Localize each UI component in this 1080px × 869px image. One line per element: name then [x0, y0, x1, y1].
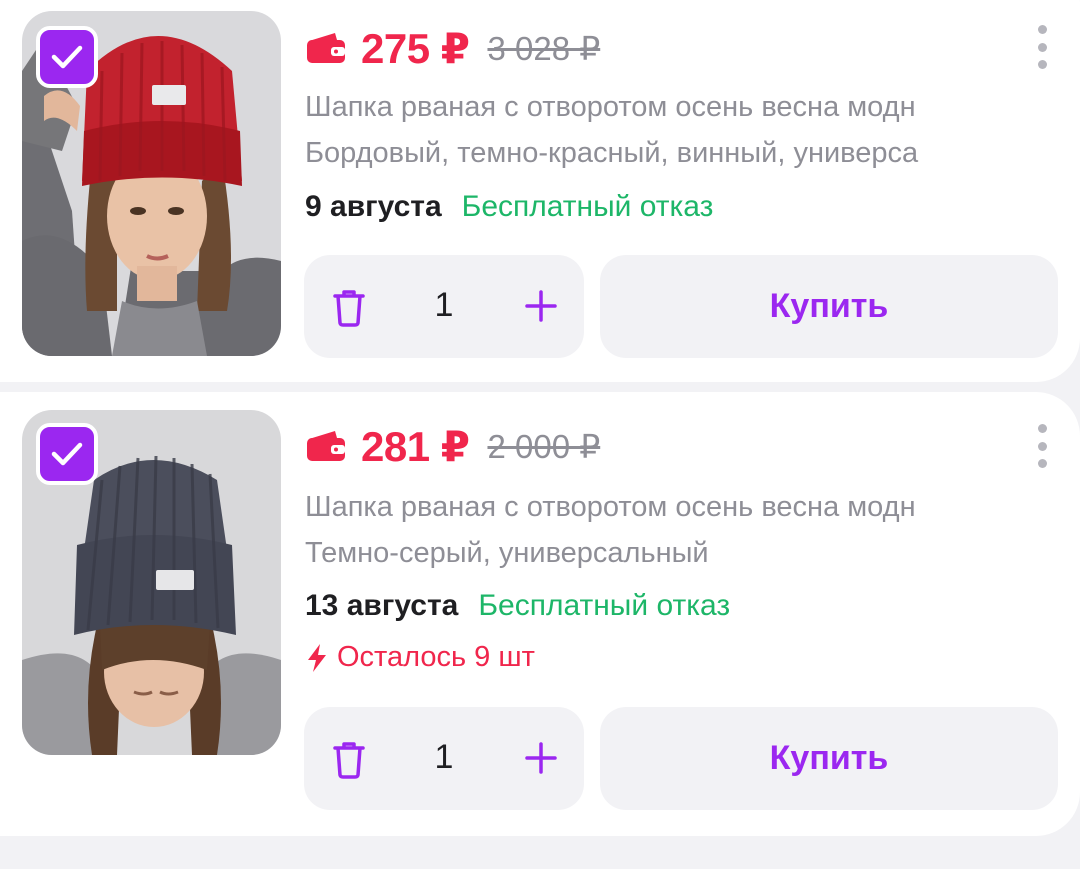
- old-price: 2 000 ₽: [487, 427, 601, 465]
- quantity-stepper: 1: [304, 255, 584, 358]
- plus-icon[interactable]: [524, 289, 558, 323]
- stock-warning: Осталось 9 шт: [305, 641, 535, 674]
- product-variant: Темно-серый, универсальный: [305, 537, 709, 569]
- select-checkbox[interactable]: [36, 26, 98, 88]
- more-options-icon[interactable]: [1036, 424, 1048, 468]
- price-row: 275 ₽ 3 028 ₽: [305, 20, 600, 76]
- old-price: 3 028 ₽: [487, 29, 601, 67]
- plus-icon[interactable]: [524, 741, 558, 775]
- more-options-icon[interactable]: [1036, 25, 1048, 69]
- checkmark-icon: [51, 442, 83, 466]
- price-row: 281 ₽ 2 000 ₽: [305, 418, 600, 474]
- product-description[interactable]: Шапка рваная с отворотом осень весна мод…: [305, 84, 1057, 176]
- stock-text: Осталось 9 шт: [337, 641, 535, 673]
- cart-item-card: 275 ₽ 3 028 ₽ Шапка рваная с отворотом о…: [0, 0, 1080, 382]
- checkmark-icon: [51, 45, 83, 69]
- refund-note: Бесплатный отказ: [461, 190, 714, 223]
- buy-button[interactable]: Купить: [600, 707, 1058, 810]
- current-price: 275 ₽: [361, 24, 470, 72]
- cart-item-card: 281 ₽ 2 000 ₽ Шапка рваная с отворотом о…: [0, 392, 1080, 836]
- wallet-icon: [307, 431, 345, 461]
- product-title: Шапка рваная с отворотом осень весна мод…: [305, 491, 916, 523]
- buy-button[interactable]: Купить: [600, 255, 1058, 358]
- delivery-info: 9 августа Бесплатный отказ: [305, 190, 713, 224]
- refund-note: Бесплатный отказ: [478, 589, 731, 622]
- product-description[interactable]: Шапка рваная с отворотом осень весна мод…: [305, 484, 1057, 576]
- quantity-stepper: 1: [304, 707, 584, 810]
- delivery-info: 13 августа Бесплатный отказ: [305, 589, 730, 623]
- select-checkbox[interactable]: [36, 423, 98, 485]
- lightning-icon: [308, 643, 326, 672]
- delivery-date: 13 августа: [305, 589, 459, 622]
- wallet-icon: [307, 33, 345, 63]
- current-price: 281 ₽: [361, 422, 470, 470]
- product-title: Шапка рваная с отворотом осень весна мод…: [305, 91, 916, 123]
- delivery-date: 9 августа: [305, 190, 442, 223]
- product-variant: Бордовый, темно-красный, винный, универс…: [305, 137, 919, 169]
